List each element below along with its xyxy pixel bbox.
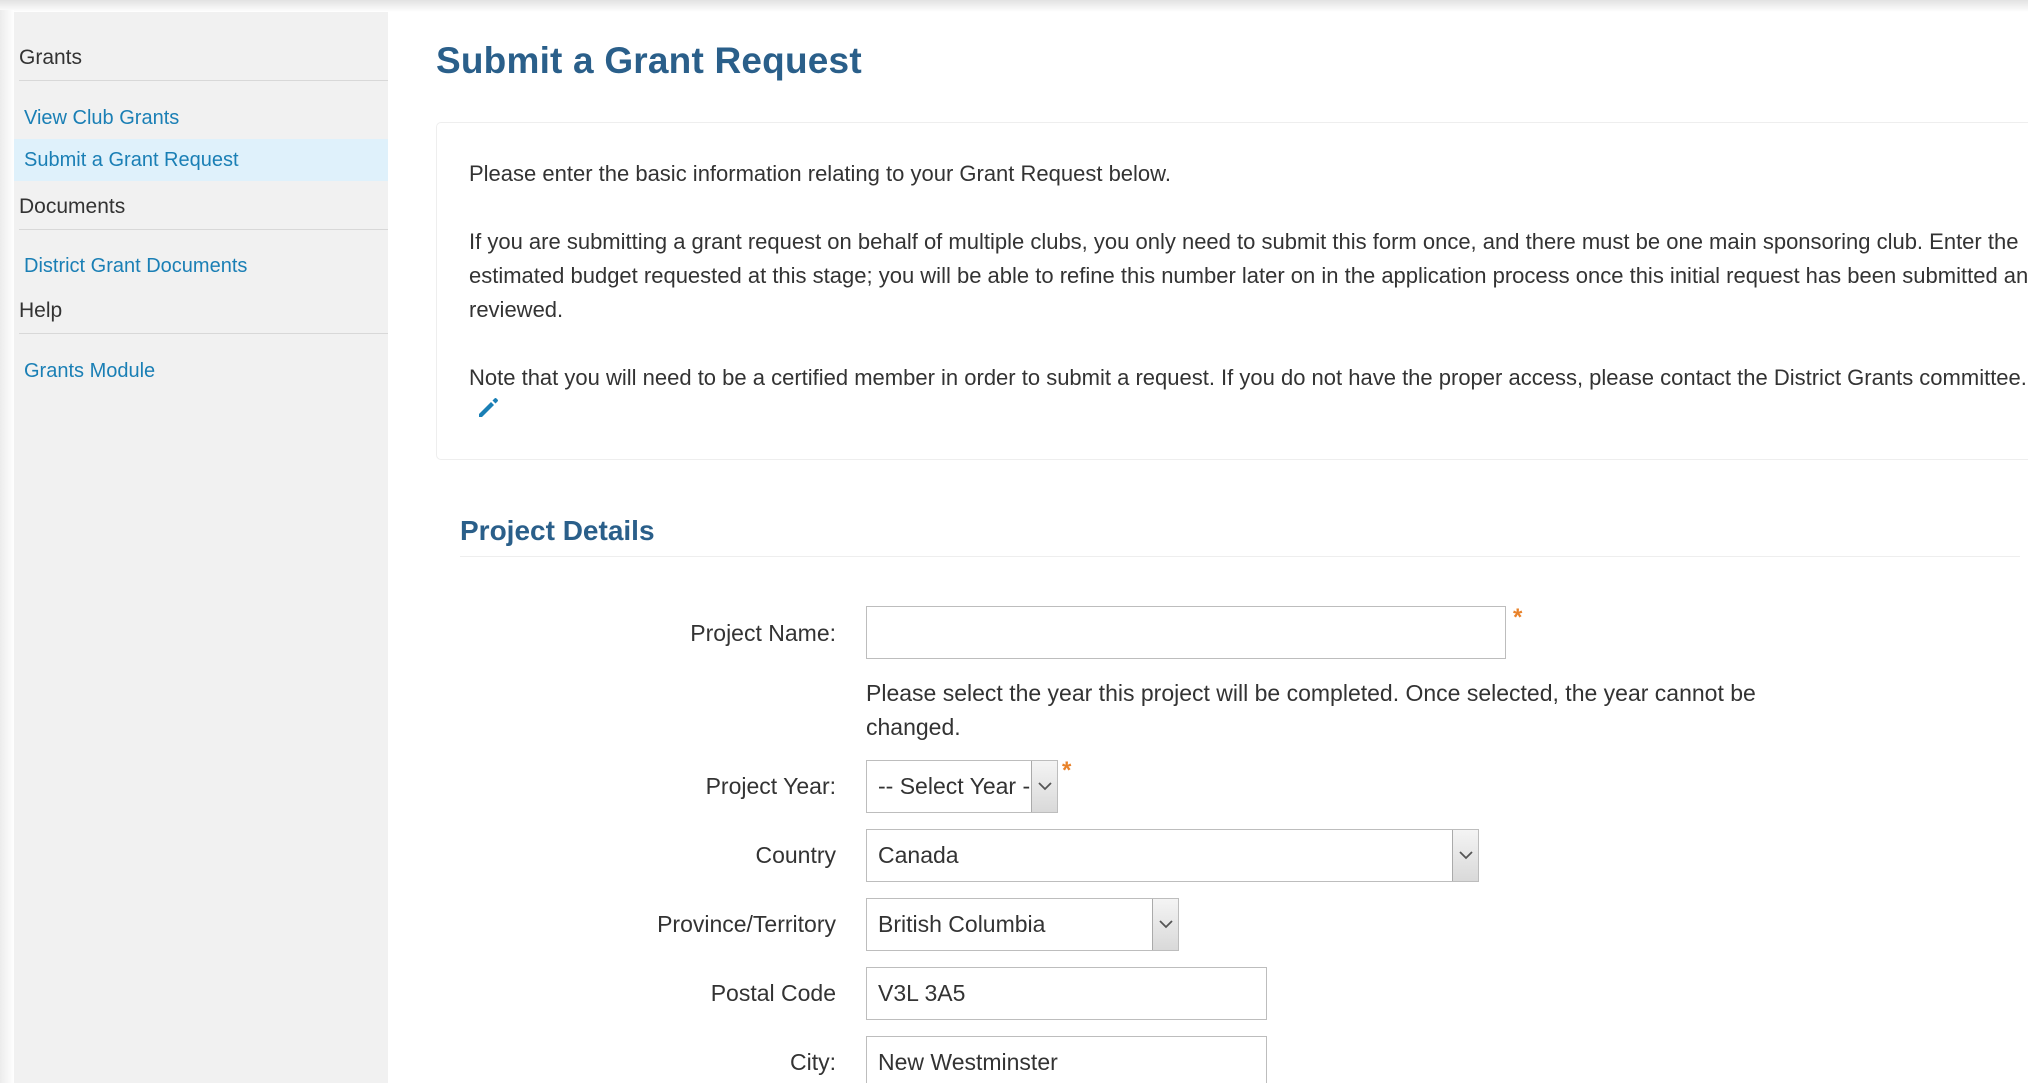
info-certified-text: Note that you will need to be a certifie… (469, 365, 2027, 390)
sidebar-item-submit-grant-request[interactable]: Submit a Grant Request (14, 139, 388, 181)
info-certified-note: Note that you will need to be a certifie… (469, 361, 2028, 431)
sidebar-heading-documents: Documents (19, 195, 388, 230)
city-label: City: (790, 1049, 836, 1075)
postal-code-input[interactable] (866, 967, 1267, 1020)
left-edge-shadow (0, 10, 14, 1083)
top-shadow (0, 0, 2028, 12)
chevron-down-icon (1031, 761, 1057, 812)
sidebar-heading-grants: Grants (19, 46, 388, 81)
city-input[interactable] (866, 1036, 1267, 1083)
info-panel: Please enter the basic information relat… (436, 122, 2028, 460)
postal-code-label: Postal Code (710, 980, 836, 1006)
province-label: Province/Territory (657, 911, 836, 937)
country-label: Country (755, 842, 836, 868)
project-name-label: Project Name: (690, 620, 836, 646)
country-value: Canada (878, 842, 959, 868)
page-title: Submit a Grant Request (436, 40, 862, 81)
project-name-required-marker: * (1513, 604, 1523, 631)
app-frame: Grants View Club Grants Submit a Grant R… (0, 0, 2028, 1083)
info-multiple-clubs-text: If you are submitting a grant request on… (469, 229, 2028, 322)
section-title-project-details: Project Details (460, 515, 655, 546)
country-select[interactable]: Canada (866, 829, 1479, 882)
pencil-icon[interactable] (475, 395, 501, 431)
sidebar: Grants View Club Grants Submit a Grant R… (14, 12, 388, 1083)
chevron-down-icon (1452, 830, 1478, 881)
project-year-help-text: Please select the year this project will… (866, 680, 1756, 740)
info-intro-text: Please enter the basic information relat… (469, 161, 1171, 186)
project-year-required-marker: * (1062, 757, 1072, 784)
project-year-value: -- Select Year -- (878, 773, 1038, 799)
section-divider (460, 556, 2020, 557)
chevron-down-icon (1152, 899, 1178, 950)
project-name-input[interactable] (866, 606, 1506, 659)
sidebar-item-district-grant-documents[interactable]: District Grant Documents (14, 245, 388, 287)
project-year-label: Project Year: (705, 773, 836, 799)
province-select[interactable]: British Columbia (866, 898, 1179, 951)
sidebar-heading-help: Help (19, 299, 388, 334)
project-year-select[interactable]: -- Select Year -- (866, 760, 1058, 813)
province-value: British Columbia (878, 911, 1046, 937)
sidebar-item-grants-module[interactable]: Grants Module (14, 350, 388, 392)
sidebar-item-view-club-grants[interactable]: View Club Grants (14, 97, 388, 139)
